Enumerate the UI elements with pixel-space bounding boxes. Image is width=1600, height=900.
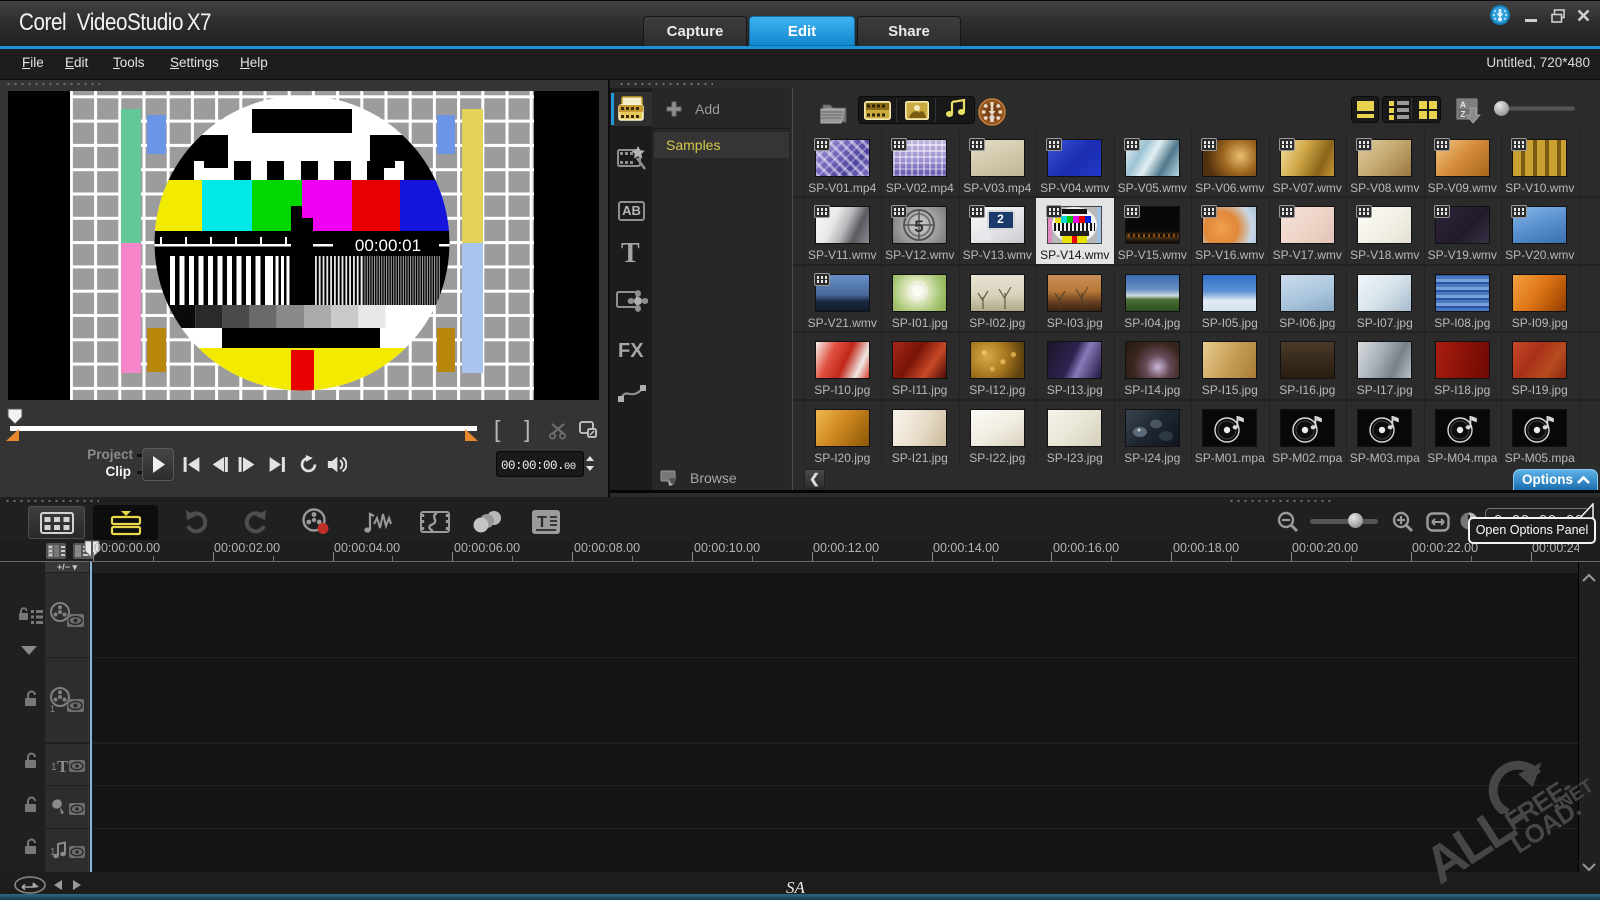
svg-text:T: T bbox=[537, 514, 547, 531]
svg-text:1: 1 bbox=[50, 704, 55, 714]
svg-text:A: A bbox=[1460, 100, 1466, 110]
svg-text:5: 5 bbox=[914, 217, 923, 236]
svg-text:T: T bbox=[57, 757, 69, 776]
svg-text:Z: Z bbox=[1460, 109, 1465, 119]
svg-text:00:00:01: 00:00:01 bbox=[355, 236, 421, 255]
